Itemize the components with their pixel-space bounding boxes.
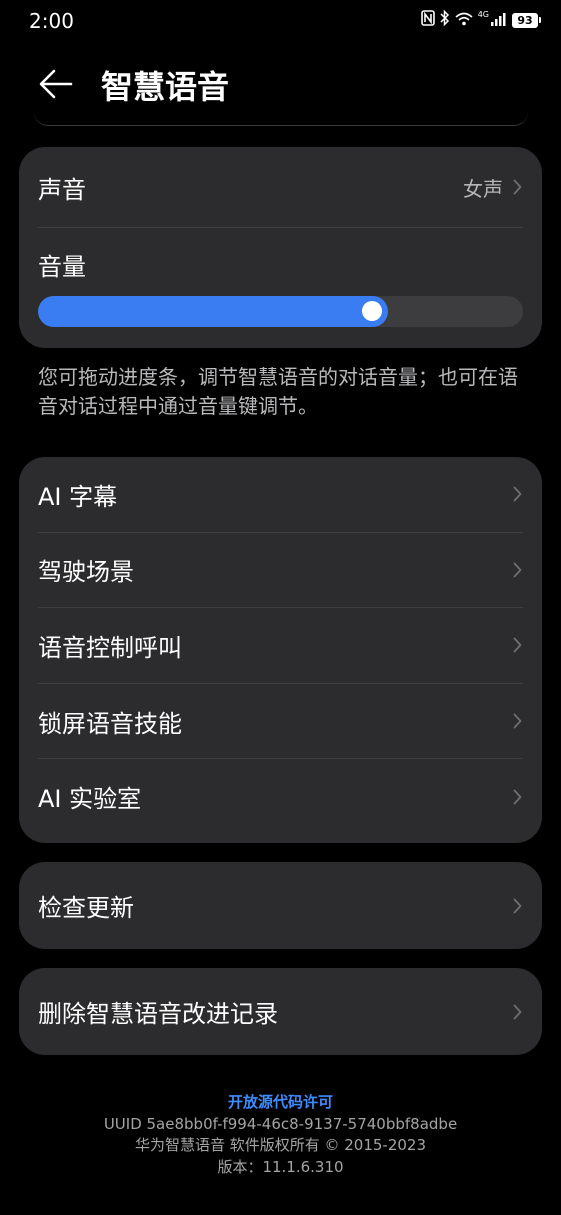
- menu-item-label: 驾驶场景: [38, 558, 134, 587]
- check-update-row[interactable]: 检查更新: [38, 862, 523, 949]
- chevron-right-icon: [511, 787, 523, 807]
- divider: [38, 227, 523, 228]
- delete-records-label: 删除智慧语音改进记录: [38, 1000, 278, 1028]
- chevron-right-icon: [511, 1002, 523, 1022]
- battery-icon: 93: [512, 12, 541, 28]
- battery-level: 93: [512, 12, 538, 28]
- bluetooth-icon: [440, 9, 450, 30]
- voice-value: 女声: [463, 176, 503, 201]
- chevron-right-icon: [511, 177, 523, 197]
- delete-records-row[interactable]: 删除智慧语音改进记录: [38, 968, 523, 1055]
- nfc-icon: [420, 10, 435, 30]
- menu-item-ai-lab[interactable]: AI 实验室: [38, 758, 523, 834]
- network-type: 4G: [477, 9, 489, 19]
- features-card: AI 字幕 驾驶场景 语音控制呼叫 锁屏语音技能 AI 实验室: [19, 457, 542, 843]
- signal-icon: [491, 11, 507, 30]
- check-update-label: 检查更新: [38, 894, 134, 922]
- check-update-card: 检查更新: [19, 862, 542, 949]
- page-title: 智慧语音: [101, 68, 230, 106]
- status-bar: 2:00 4G 93: [0, 0, 561, 40]
- chevron-right-icon: [511, 635, 523, 655]
- voice-label: 声音: [38, 175, 86, 204]
- voice-row[interactable]: 声音 女声: [38, 147, 523, 227]
- menu-item-ai-subtitles[interactable]: AI 字幕: [38, 457, 523, 532]
- footer: 开放源代码许可 UUID 5ae8bb0f-f994-46c8-9137-574…: [0, 1092, 561, 1178]
- status-icons: 4G 93: [420, 9, 541, 31]
- volume-hint: 您可拖动进度条，调节智慧语音的对话音量；也可在语音对话过程中通过音量键调节。: [38, 365, 518, 418]
- back-button[interactable]: [36, 64, 76, 104]
- chevron-right-icon: [511, 896, 523, 916]
- menu-item-label: AI 字幕: [38, 482, 118, 511]
- chevron-right-icon: [511, 711, 523, 731]
- menu-item-label: 语音控制呼叫: [38, 633, 182, 662]
- uuid-text: UUID 5ae8bb0f-f994-46c8-9137-5740bbf8adb…: [103, 1114, 458, 1133]
- volume-slider-fill: [38, 296, 388, 327]
- menu-item-label: AI 实验室: [38, 785, 142, 814]
- menu-item-label: 锁屏语音技能: [38, 709, 182, 738]
- volume-slider-thumb[interactable]: [362, 301, 382, 321]
- scrolled-card-edge: [34, 112, 528, 126]
- wifi-icon: [455, 11, 473, 30]
- back-arrow-icon: [39, 69, 73, 99]
- chevron-right-icon: [511, 484, 523, 504]
- status-time: 2:00: [29, 9, 74, 33]
- menu-item-driving-mode[interactable]: 驾驶场景: [38, 531, 523, 608]
- delete-records-card: 删除智慧语音改进记录: [19, 968, 542, 1055]
- chevron-right-icon: [511, 560, 523, 580]
- menu-item-lockscreen-skills[interactable]: 锁屏语音技能: [38, 682, 523, 759]
- copyright-text: 华为智慧语音 软件版权所有 © 2015-2023: [134, 1136, 427, 1154]
- open-source-license-link[interactable]: 开放源代码许可: [0, 1092, 561, 1114]
- volume-slider[interactable]: [38, 296, 523, 327]
- header: 智慧语音: [0, 52, 561, 116]
- version-text: 版本：11.1.6.310: [217, 1157, 344, 1176]
- volume-label: 音量: [38, 253, 86, 281]
- menu-item-voice-call[interactable]: 语音控制呼叫: [38, 607, 523, 683]
